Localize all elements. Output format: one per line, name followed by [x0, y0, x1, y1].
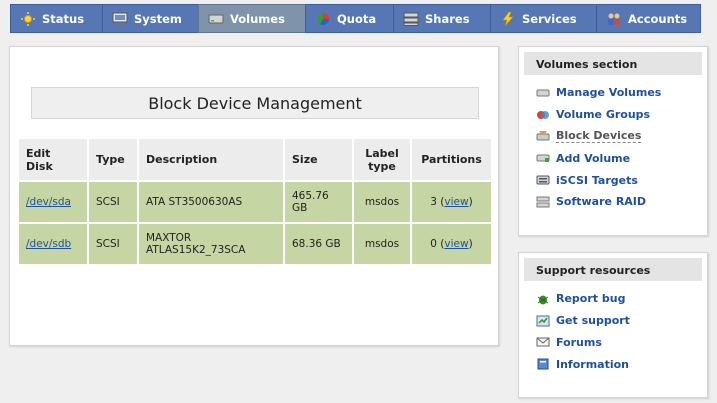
- sidebar-item-iscsi-targets[interactable]: iSCSI Targets: [536, 169, 707, 191]
- disk-cell: /dev/sdb: [19, 224, 87, 264]
- tab-accounts[interactable]: Accounts: [596, 4, 701, 33]
- sidebar-item-label: Volume Groups: [556, 108, 651, 122]
- col-edit-disk: Edit Disk: [19, 139, 87, 180]
- drive-icon: [208, 12, 224, 26]
- users-icon: [606, 12, 622, 26]
- table-row: /dev/sda SCSI ATA ST3500630AS 465.76 GB …: [19, 182, 491, 222]
- tab-label: Status: [42, 11, 85, 26]
- sidebar-item-add-volume[interactable]: Add Volume: [536, 147, 707, 169]
- tab-label: Quota: [337, 11, 377, 26]
- col-description: Description: [139, 139, 283, 180]
- col-size: Size: [285, 139, 352, 180]
- disk-link[interactable]: /dev/sda: [26, 196, 71, 208]
- tab-label: Accounts: [628, 11, 688, 26]
- tab-shares[interactable]: Shares: [393, 4, 490, 33]
- support-resources-panel: Support resources Report bug Get support…: [518, 252, 708, 398]
- tab-system[interactable]: System: [102, 4, 198, 33]
- support-resources-title: Support resources: [524, 258, 702, 281]
- label-type-cell: msdos: [354, 182, 410, 222]
- tab-label: Services: [522, 11, 577, 26]
- main-nav: Status System Volumes Quota Shares Servi…: [10, 4, 701, 33]
- sidebar-item-label: Get support: [556, 314, 630, 328]
- sidebar-item-forums[interactable]: Forums: [536, 332, 707, 354]
- tab-status[interactable]: Status: [10, 4, 102, 33]
- tab-services[interactable]: Services: [490, 4, 596, 33]
- label-type-cell: msdos: [354, 224, 410, 264]
- view-partitions-link[interactable]: view: [444, 196, 468, 208]
- tab-label: Volumes: [230, 11, 285, 26]
- table-header-row: Edit Disk Type Description Size Label ty…: [19, 139, 491, 180]
- table-row: /dev/sdb SCSI MAXTOR ATLAS15K2_73SCA 68.…: [19, 224, 491, 264]
- sidebar-item-label: Forums: [556, 335, 602, 349]
- page-title: Block Device Management: [31, 87, 479, 119]
- sidebar-item-label: Block Devices: [556, 129, 642, 144]
- pie-icon: [315, 12, 331, 26]
- description-cell: ATA ST3500630AS: [139, 182, 283, 222]
- view-partitions-link[interactable]: view: [444, 238, 468, 250]
- partitions-cell: 3 (view): [412, 182, 491, 222]
- bolt-icon: [500, 11, 516, 26]
- col-partitions: Partitions: [412, 139, 491, 180]
- support-icon: [536, 315, 550, 327]
- tab-quota[interactable]: Quota: [305, 4, 393, 33]
- mail-icon: [536, 336, 550, 348]
- sidebar-item-report-bug[interactable]: Report bug: [536, 288, 707, 310]
- sidebar-item-label: Report bug: [556, 292, 626, 306]
- block-devices-table: Edit Disk Type Description Size Label ty…: [17, 137, 493, 266]
- book-icon: [536, 358, 550, 370]
- type-cell: SCSI: [89, 182, 137, 222]
- size-cell: 465.76 GB: [285, 182, 352, 222]
- partitions-count: 3: [430, 196, 437, 208]
- drive-add-icon: [536, 152, 550, 164]
- type-cell: SCSI: [89, 224, 137, 264]
- col-label-type: Label type: [354, 139, 410, 180]
- size-cell: 68.36 GB: [285, 224, 352, 264]
- col-type: Type: [89, 139, 137, 180]
- sun-icon: [20, 11, 36, 26]
- sidebar-item-label: Information: [556, 357, 629, 371]
- sidebar-item-software-raid[interactable]: Software RAID: [536, 191, 707, 213]
- tab-label: System: [134, 11, 182, 26]
- volumes-section-title: Volumes section: [524, 52, 702, 75]
- disk-cell: /dev/sda: [19, 182, 87, 222]
- volumes-section-panel: Volumes section Manage Volumes Volume Gr…: [518, 46, 708, 236]
- bug-icon: [536, 293, 550, 305]
- tools-icon: [536, 130, 550, 142]
- tab-label: Shares: [425, 11, 470, 26]
- partitions-cell: 0 (view): [412, 224, 491, 264]
- raid-icon: [536, 196, 550, 208]
- drive-icon: [536, 87, 550, 99]
- partitions-count: 0: [430, 238, 437, 250]
- description-cell: MAXTOR ATLAS15K2_73SCA: [139, 224, 283, 264]
- sidebar-item-block-devices[interactable]: Block Devices: [536, 126, 707, 148]
- sidebar-item-get-support[interactable]: Get support: [536, 310, 707, 332]
- monitor-icon: [112, 12, 128, 26]
- server-icon: [403, 12, 419, 26]
- sidebar-item-label: Software RAID: [556, 195, 647, 209]
- sidebar-item-label: iSCSI Targets: [556, 173, 638, 187]
- sidebar-item-manage-volumes[interactable]: Manage Volumes: [536, 82, 707, 104]
- sidebar-item-volume-groups[interactable]: Volume Groups: [536, 104, 707, 126]
- main-panel: Block Device Management Edit Disk Type D…: [9, 46, 499, 346]
- sidebar-item-information[interactable]: Information: [536, 353, 707, 375]
- tab-volumes[interactable]: Volumes: [198, 4, 305, 33]
- group-icon: [536, 109, 550, 121]
- sidebar-item-label: Manage Volumes: [556, 86, 662, 100]
- sidebar-item-label: Add Volume: [556, 151, 631, 165]
- disk-link[interactable]: /dev/sdb: [26, 238, 71, 250]
- iscsi-icon: [536, 174, 550, 186]
